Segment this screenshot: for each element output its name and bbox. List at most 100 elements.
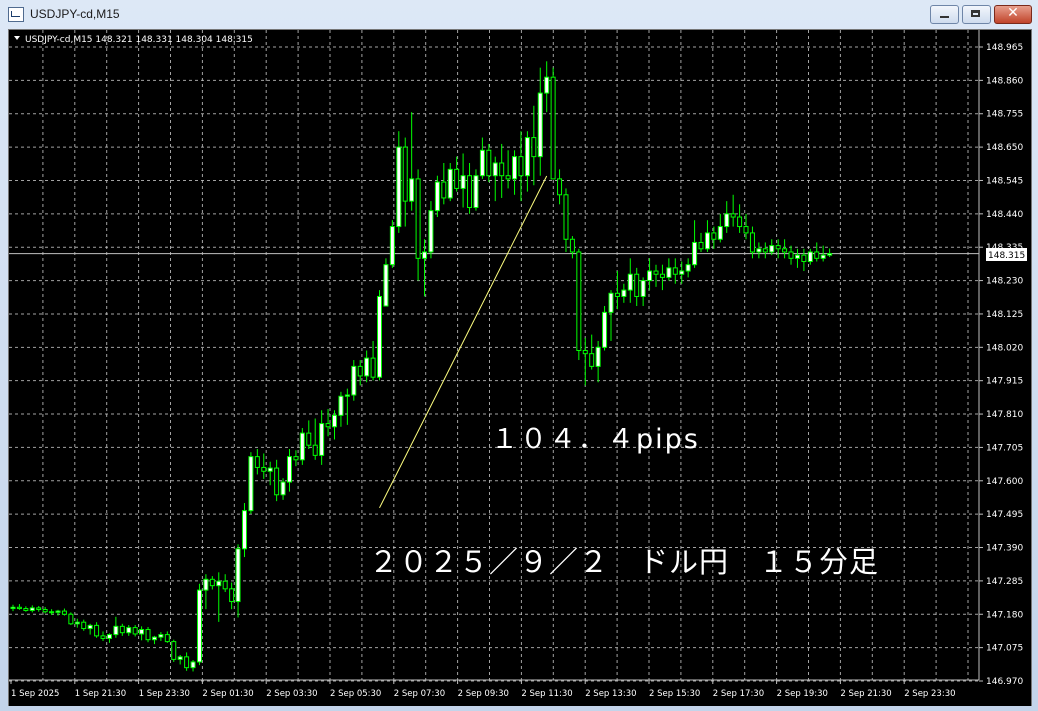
candle-body [428,210,434,253]
candle [351,360,357,401]
candle [569,236,575,259]
candle-body [332,414,337,428]
candle-body [49,611,55,614]
candle-body [351,365,357,396]
candle [312,418,318,460]
candle [241,503,247,558]
candle-body [126,627,132,634]
candle [627,258,633,303]
candle-body [569,238,575,253]
candle [81,619,87,631]
candle [434,175,440,218]
candle-body [627,273,633,291]
candle [364,350,370,383]
chart-window-icon [8,7,24,22]
time-tick-label: 2 Sep 01:30 [202,689,253,699]
candle-body [261,466,267,472]
candle-body [692,241,698,266]
candle-body [467,175,473,208]
candle-body [460,175,466,189]
candle-body [479,149,485,177]
candle-body [486,149,492,177]
title-bar[interactable]: USDJPY-cd,M15 ✕ [0,0,1038,28]
candle [280,478,286,500]
candle-body [820,254,826,259]
candle [267,461,273,486]
candle-body [68,613,74,625]
candle-body [29,607,35,611]
close-button[interactable]: ✕ [994,5,1032,24]
candle-body [782,248,788,253]
candle [479,137,485,179]
candle [698,232,704,252]
time-tick-label: 1 Sep 21:30 [75,689,126,699]
candle [492,156,498,202]
candle-body [171,641,177,660]
window-bottom-edge [0,706,1038,711]
candle-body [158,634,164,638]
candle [589,334,595,370]
candle-body [119,625,125,634]
candle [409,112,415,211]
candle-body [557,178,563,196]
minimize-button[interactable] [930,5,959,24]
candle-body [775,245,781,250]
candle [274,459,280,502]
candle-body [801,254,807,263]
price-chart[interactable]: 146.970 147.075 147.180 147.285 147.390 147.4… [9,30,1031,706]
candle-body [203,578,209,591]
time-tick-label: 2 Sep 05:30 [330,689,381,699]
candle [602,306,608,351]
candle [441,162,447,205]
candle [814,242,820,262]
candle [473,169,479,211]
candle-body [299,432,305,461]
candle-body [537,92,543,158]
candle [447,162,453,202]
candle [467,162,473,214]
candle [454,156,460,192]
candle-body [614,292,620,297]
triangle-down-icon[interactable] [14,36,20,40]
candle-body [222,580,228,590]
candle [724,201,730,233]
time-tick-label: 1 Sep 2025 [11,689,59,699]
candle-body [87,624,93,630]
candle-body [621,289,627,297]
candle [177,654,183,665]
candle-body [23,608,29,611]
candle [518,131,524,202]
candle [582,337,588,386]
candle [383,258,389,307]
candle-body [788,251,794,259]
candle-body [582,349,588,355]
chart-info-label: USDJPY-cd,M15 148.321 148.331 148.304 14… [25,35,253,45]
candle [87,623,93,635]
candle-body [325,423,331,428]
chart-area[interactable]: 146.970 147.075 147.180 147.285 147.390 147.4… [8,29,1032,707]
candle-body [473,175,479,208]
candle-body [640,280,646,297]
candle-body [441,181,447,199]
candle [132,625,138,637]
candle [402,137,408,227]
candle [196,583,202,666]
candle [113,616,119,638]
candle [190,660,196,672]
time-tick-label: 2 Sep 07:30 [394,689,445,699]
candle-body [743,226,749,234]
time-tick-label: 1 Sep 23:30 [139,689,190,699]
candle [428,201,434,259]
candle-body [807,251,813,263]
candle [389,220,395,268]
candle-body [704,232,710,250]
price-tick-label: 148.965 [986,43,1023,53]
candle-body [280,481,286,496]
candle-body [492,162,498,177]
candle [576,248,582,361]
candle [608,290,614,341]
candle-body [434,181,440,212]
candle [634,267,640,307]
candle-body [698,241,704,250]
maximize-button[interactable] [962,5,991,24]
